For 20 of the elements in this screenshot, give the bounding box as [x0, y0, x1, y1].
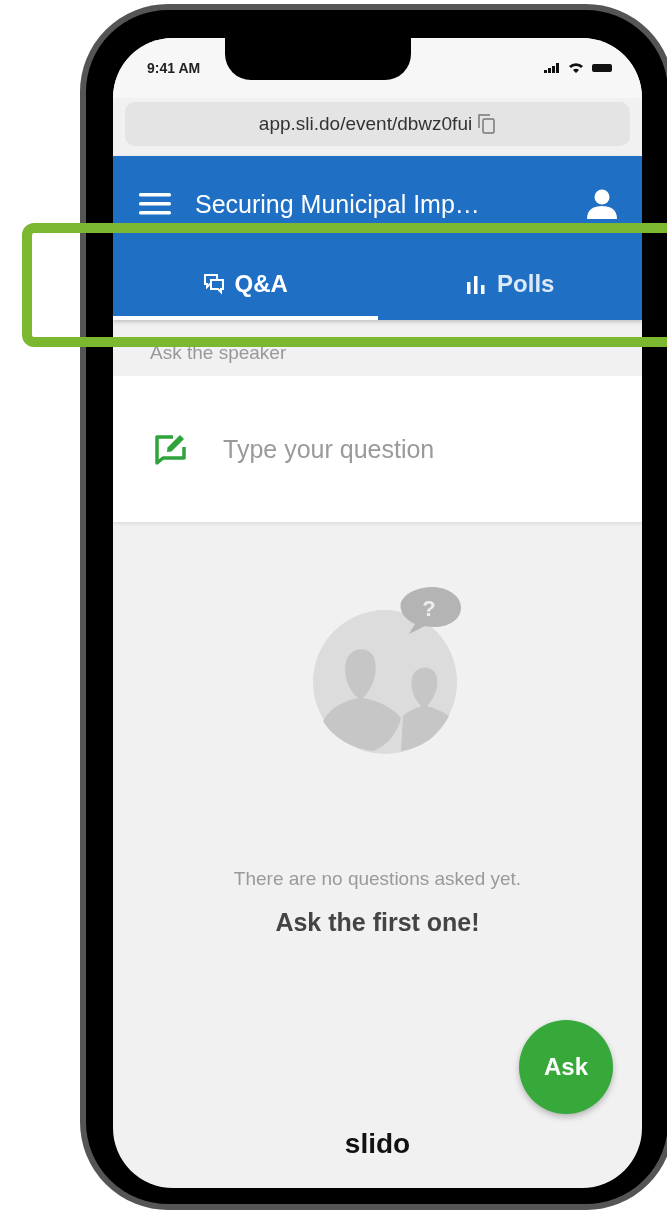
ask-button[interactable]: Ask	[519, 1020, 613, 1114]
chat-icon	[202, 273, 225, 295]
copy-icon[interactable]	[478, 114, 497, 134]
address-bar[interactable]: app.sli.do/event/dbwz0fui	[125, 102, 630, 146]
section-label: Ask the speaker	[149, 341, 288, 365]
event-title: Securing Municipal Imp…	[195, 189, 481, 219]
bar-chart-icon	[465, 274, 488, 294]
user-icon[interactable]	[586, 188, 618, 220]
empty-message: There are no questions asked yet.	[233, 868, 522, 890]
people-question-drawing: ?	[312, 586, 463, 756]
app-logo: slido	[344, 1128, 411, 1160]
tab[interactable]: Q&A	[113, 252, 378, 320]
menu-icon[interactable]	[139, 193, 171, 215]
battery-icon	[592, 64, 612, 72]
signal-icon	[544, 63, 560, 73]
status-time: 9:41 AM	[147, 60, 201, 76]
tab[interactable]: Polls	[377, 252, 642, 320]
wifi-icon	[568, 62, 584, 74]
question-input[interactable]: Type your question	[221, 433, 602, 465]
empty-prompt: Ask the first one!	[275, 908, 480, 937]
